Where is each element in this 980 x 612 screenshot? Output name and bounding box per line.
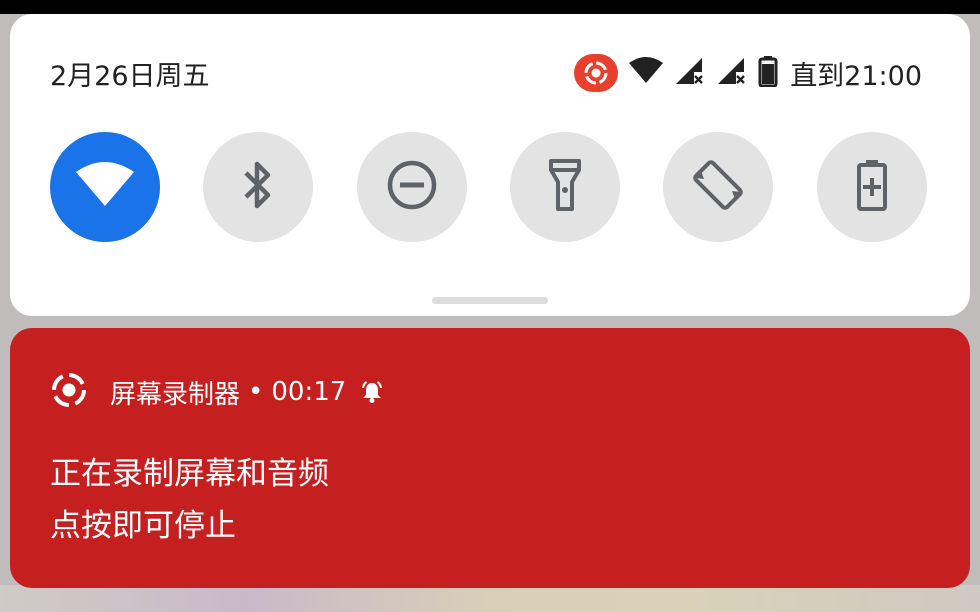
notification-time: 00:17 — [271, 377, 347, 407]
signal-icon — [674, 56, 706, 90]
battery-saver-tile[interactable] — [817, 132, 927, 242]
auto-rotate-tile[interactable] — [663, 132, 773, 242]
do-not-disturb-icon — [386, 159, 438, 215]
screen-recording-notification[interactable]: 屏幕录制器 • 00:17 正在录制屏幕和音频 点按即可停止 — [10, 328, 970, 588]
quick-settings-tiles — [50, 132, 930, 242]
do-not-disturb-tile[interactable] — [357, 132, 467, 242]
alert-bell-icon — [360, 380, 384, 404]
wifi-icon — [628, 57, 664, 89]
status-bar-background — [0, 0, 980, 14]
notification-app-name: 屏幕录制器 — [110, 379, 241, 410]
flashlight-icon — [545, 158, 585, 216]
auto-rotate-icon — [691, 158, 745, 216]
notification-header: 屏幕录制器 • 00:17 — [50, 372, 384, 412]
notification-text: 点按即可停止 — [50, 508, 236, 544]
wifi-icon — [74, 162, 136, 212]
battery-saver-icon — [855, 158, 889, 216]
home-wallpaper — [0, 585, 980, 612]
notification-title: 正在录制屏幕和音频 — [50, 456, 329, 492]
screen-record-icon — [50, 371, 88, 413]
bluetooth-icon — [238, 159, 278, 215]
signal-icon — [716, 56, 748, 90]
date-label[interactable]: 2月26日周五 — [50, 54, 210, 93]
drag-handle[interactable] — [432, 297, 548, 304]
bluetooth-tile[interactable] — [203, 132, 313, 242]
battery-estimate: 直到21:00 — [790, 60, 922, 92]
quick-settings-panel: 2月26日周五 直到21:00 — [10, 14, 970, 316]
status-icons: 直到21:00 — [574, 54, 922, 92]
wifi-tile[interactable] — [50, 132, 160, 242]
notification-separator: • — [248, 377, 264, 407]
screen-record-icon — [574, 54, 619, 92]
flashlight-tile[interactable] — [510, 132, 620, 242]
battery-icon — [758, 55, 778, 91]
